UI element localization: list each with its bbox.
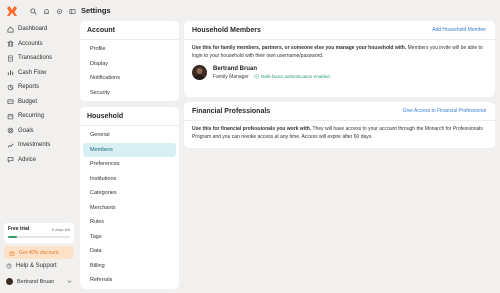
nav-label: Reports [18, 84, 40, 91]
nav-label: Goals [18, 127, 34, 134]
nav-item-goals[interactable]: Goals [0, 124, 76, 139]
nav-item-cash-flow[interactable]: Cash Flow [0, 66, 76, 81]
free-trial-card[interactable]: Free trial 6 days left [4, 223, 74, 243]
discount-button[interactable]: Get 40% discount [4, 246, 74, 259]
settings-item-billing[interactable]: Billing [83, 259, 176, 274]
account-section-title: Account [80, 21, 179, 40]
nav-label: Accounts [18, 40, 43, 47]
settings-item-members[interactable]: Members [83, 142, 176, 157]
budget-icon [7, 99, 14, 105]
mfa-label: Multi-factor authentication enabled [260, 74, 330, 79]
settings-item-institutions[interactable]: Institutions [83, 172, 176, 187]
account-settings-card: Account Profile Display Notifications Se… [80, 21, 179, 101]
nav-label: Cash Flow [18, 69, 47, 76]
target-icon [7, 127, 14, 134]
trial-progress-fill [8, 236, 17, 238]
settings-item-display[interactable]: Display [83, 57, 176, 72]
give-access-button[interactable]: Give Access to Financial Professional [403, 108, 486, 114]
page-title: Settings [81, 6, 111, 15]
nav-label: Transactions [18, 55, 53, 62]
nav-label: Advice [18, 156, 37, 163]
help-label: Help & Support [16, 263, 57, 269]
gear-icon[interactable] [56, 8, 63, 15]
pros-panel-title: Financial Professionals [192, 107, 271, 115]
sidebar: Dashboard Accounts Transactions Cash Flo… [0, 0, 76, 293]
help-support-link[interactable]: Help & Support [6, 263, 57, 269]
advice-icon [7, 157, 14, 163]
settings-item-data[interactable]: Data [83, 244, 176, 259]
reports-icon [7, 84, 14, 91]
household-members-panel: Household Members Add Household Member U… [184, 21, 495, 97]
settings-item-merchants[interactable]: Merchants [83, 201, 176, 216]
bank-icon [7, 40, 14, 47]
shield-check-icon [254, 74, 259, 79]
monarch-logo-icon[interactable] [6, 5, 18, 17]
chevron-down-icon [67, 280, 72, 283]
add-household-member-button[interactable]: Add Household Member [432, 27, 486, 33]
nav-label: Recurring [18, 113, 45, 120]
settings-item-general[interactable]: General [83, 128, 176, 143]
calendar-icon [7, 114, 14, 120]
members-description-bold: Use this for family members, partners, o… [192, 45, 407, 51]
help-icon [6, 263, 12, 269]
mfa-status: Multi-factor authentication enabled [254, 74, 330, 79]
discount-label: Get 40% discount [19, 249, 59, 256]
trend-icon [7, 143, 14, 148]
sidebar-toggle-icon[interactable] [69, 8, 76, 15]
household-settings-card: Household General Members Preferences In… [80, 107, 179, 289]
nav-item-accounts[interactable]: Accounts [0, 37, 76, 52]
nav-label: Investments [18, 142, 51, 149]
user-menu[interactable]: Bertrand Bruan [6, 278, 72, 285]
nav-item-reports[interactable]: Reports [0, 80, 76, 95]
bell-icon[interactable] [43, 8, 50, 15]
sidebar-topbar [6, 5, 82, 17]
settings-item-preferences[interactable]: Preferences [83, 157, 176, 172]
settings-item-rules[interactable]: Rules [83, 215, 176, 230]
member-name: Bertrand Bruan [213, 65, 258, 72]
user-name: Bertrand Bruan [17, 278, 55, 285]
settings-item-notifications[interactable]: Notifications [83, 71, 176, 86]
member-avatar [192, 65, 207, 80]
financial-professionals-panel: Financial Professionals Give Access to F… [184, 102, 495, 148]
settings-item-tags[interactable]: Tags [83, 230, 176, 245]
nav-item-budget[interactable]: Budget [0, 95, 76, 110]
member-row[interactable]: Bertrand Bruan Family Manager Multi-fact… [184, 60, 495, 85]
nav-label: Budget [18, 98, 38, 105]
household-section-title: Household [80, 107, 179, 126]
members-description: Use this for family members, partners, o… [184, 40, 495, 60]
pros-panel-header: Financial Professionals Give Access to F… [184, 102, 495, 121]
member-role: Family Manager [213, 73, 249, 80]
settings-item-security[interactable]: Security [83, 86, 176, 101]
dashboard-icon [7, 26, 14, 33]
nav-item-recurring[interactable]: Recurring [0, 109, 76, 124]
receipt-icon [8, 55, 13, 62]
search-icon[interactable] [30, 7, 37, 15]
nav-label: Dashboard [18, 26, 48, 33]
nav-item-advice[interactable]: Advice [0, 153, 76, 168]
bar-chart-icon [7, 70, 14, 76]
nav-item-dashboard[interactable]: Dashboard [0, 22, 76, 37]
trial-days-left: 6 days left [51, 226, 70, 232]
pros-description: Use this for financial professionals you… [184, 121, 495, 141]
user-avatar [6, 278, 13, 285]
trial-progress-bar [8, 236, 70, 238]
pros-description-bold: Use this for financial professionals you… [192, 126, 312, 132]
settings-item-categories[interactable]: Categories [83, 186, 176, 201]
members-panel-header: Household Members Add Household Member [184, 21, 495, 40]
settings-item-profile[interactable]: Profile [83, 42, 176, 57]
main-nav: Dashboard Accounts Transactions Cash Flo… [0, 22, 76, 167]
nav-item-transactions[interactable]: Transactions [0, 51, 76, 66]
members-panel-title: Household Members [192, 26, 261, 34]
nav-item-investments[interactable]: Investments [0, 138, 76, 153]
gift-icon [9, 250, 15, 256]
settings-item-referrals[interactable]: Referrals [83, 273, 176, 288]
trial-title: Free trial [8, 226, 30, 232]
